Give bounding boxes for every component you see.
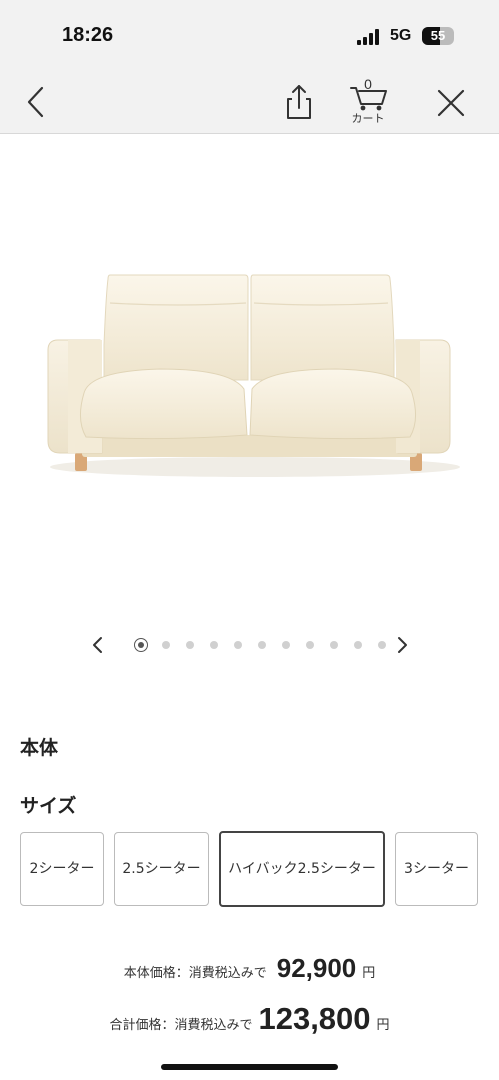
back-button[interactable] <box>18 82 54 122</box>
sofa-photo <box>47 274 460 477</box>
chevron-left-icon <box>93 637 102 653</box>
carousel-dots <box>134 638 402 652</box>
cart-button[interactable]: 0 カート <box>342 76 394 130</box>
carousel-dot[interactable] <box>378 641 386 649</box>
body-price-unit: 円 <box>362 966 376 981</box>
carousel-dot[interactable] <box>162 641 170 649</box>
image-carousel-controls <box>0 628 499 662</box>
carousel-next-button[interactable] <box>392 634 412 656</box>
product-image[interactable] <box>0 135 499 605</box>
size-section-title: サイズ <box>20 795 77 817</box>
carousel-prev-button[interactable] <box>88 634 108 656</box>
total-price-value: 123,800 <box>258 1001 371 1036</box>
share-icon <box>287 85 311 119</box>
size-option-highback-2-5-seater[interactable]: ハイバック2.5シーター <box>219 831 385 907</box>
cart-icon <box>350 87 387 111</box>
total-price-unit: 円 <box>376 1018 390 1033</box>
carousel-dot[interactable] <box>306 641 314 649</box>
body-price-row: 本体価格：消費税込みで 92,900 円 <box>0 953 499 984</box>
battery-icon: 55 <box>422 27 454 45</box>
carousel-dot[interactable] <box>134 638 148 652</box>
status-time: 18:26 <box>62 24 114 46</box>
status-bar: 18:26 5G 55 <box>0 0 499 68</box>
size-option-2-seater[interactable]: 2シーター <box>20 832 104 906</box>
share-button[interactable] <box>280 82 318 122</box>
close-icon <box>437 89 465 117</box>
body-price-label: 本体価格：消費税込みで <box>123 966 267 981</box>
size-options: 2シーター 2.5シーター ハイバック2.5シーター 3シーター <box>20 831 480 908</box>
body-price-value: 92,900 <box>276 953 357 983</box>
size-option-3-seater[interactable]: 3シーター <box>395 832 478 906</box>
total-price-label: 合計価格：消費税込みで <box>109 1018 253 1033</box>
carousel-dot[interactable] <box>234 641 242 649</box>
battery-level: 55 <box>430 28 446 43</box>
cart-label: カート <box>351 112 385 125</box>
signal-strength-icon <box>357 29 383 45</box>
size-option-2-5-seater[interactable]: 2.5シーター <box>114 832 209 906</box>
carousel-dot[interactable] <box>210 641 218 649</box>
body-section-title: 本体 <box>20 737 59 759</box>
carousel-dot[interactable] <box>186 641 194 649</box>
carousel-dot[interactable] <box>258 641 266 649</box>
browser-nav-bar: 0 カート <box>0 68 499 134</box>
network-type: 5G <box>390 27 412 44</box>
home-indicator[interactable] <box>161 1064 338 1070</box>
carousel-dot[interactable] <box>354 641 362 649</box>
carousel-dot[interactable] <box>330 641 338 649</box>
carousel-dot[interactable] <box>282 641 290 649</box>
total-price-row: 合計価格：消費税込みで 123,800 円 <box>0 1001 499 1037</box>
chevron-right-icon <box>398 637 407 653</box>
chevron-left-icon <box>27 86 44 118</box>
close-button[interactable] <box>432 84 470 122</box>
